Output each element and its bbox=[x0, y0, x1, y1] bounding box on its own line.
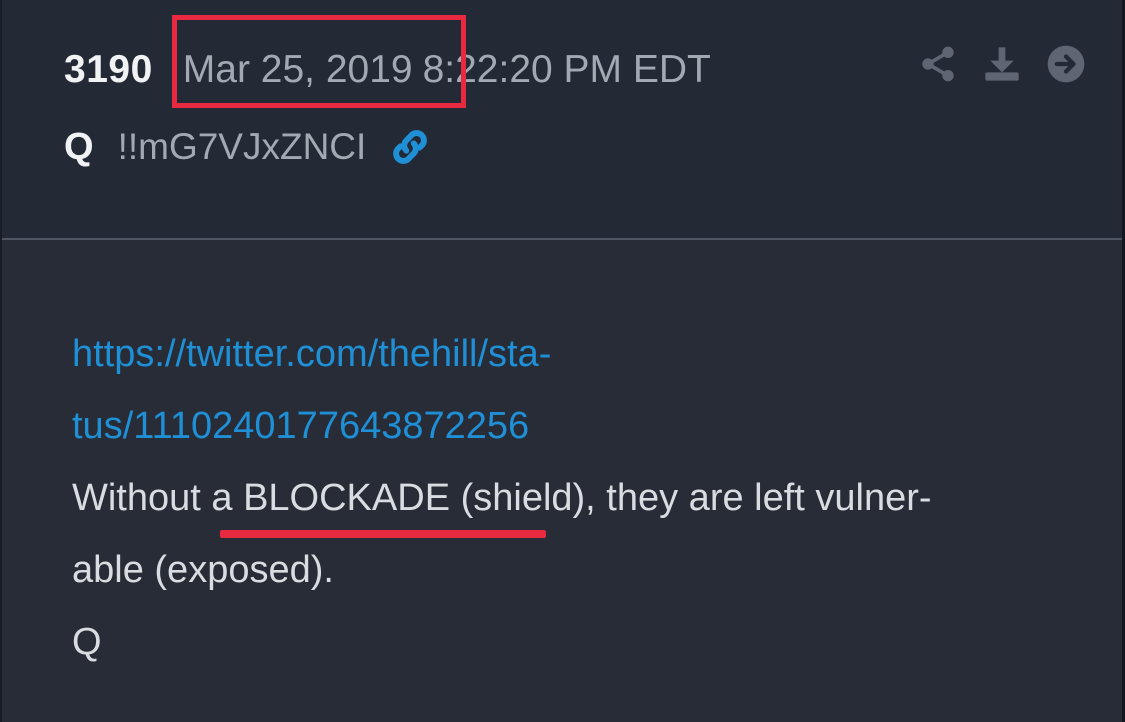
tweet-link-line-1[interactable]: https://twitter.com/thehill/sta- bbox=[72, 318, 1092, 390]
post-actions bbox=[918, 44, 1086, 84]
author-name: Q bbox=[64, 125, 94, 168]
date-highlight-box bbox=[172, 15, 466, 108]
post-number[interactable]: 3190 bbox=[64, 48, 153, 92]
post-content: https://twitter.com/thehill/sta- tus/111… bbox=[72, 318, 1092, 678]
blockade-underline bbox=[220, 530, 546, 538]
link-icon[interactable] bbox=[388, 125, 432, 169]
post-card: 3190 Mar 25, 2019 8:22:20 PM EDT Q !!mG7… bbox=[0, 0, 1125, 722]
post-body: https://twitter.com/thehill/sta- tus/111… bbox=[2, 240, 1122, 722]
tweet-link-line-2[interactable]: tus/1110240177643872256 bbox=[72, 390, 1092, 462]
post-header: 3190 Mar 25, 2019 8:22:20 PM EDT Q !!mG7… bbox=[2, 0, 1122, 240]
author-tripcode: !!mG7VJxZNCI bbox=[117, 126, 367, 167]
author-row: Q !!mG7VJxZNCI bbox=[64, 120, 432, 174]
post-text-line-1: Without a BLOCKADE (shield), they are le… bbox=[72, 477, 932, 519]
share-icon[interactable] bbox=[918, 44, 958, 84]
arrow-right-circle-icon[interactable] bbox=[1046, 44, 1086, 84]
download-icon[interactable] bbox=[982, 44, 1022, 84]
post-text-line-2: able (exposed). bbox=[72, 549, 334, 591]
post-signature: Q bbox=[72, 621, 102, 663]
